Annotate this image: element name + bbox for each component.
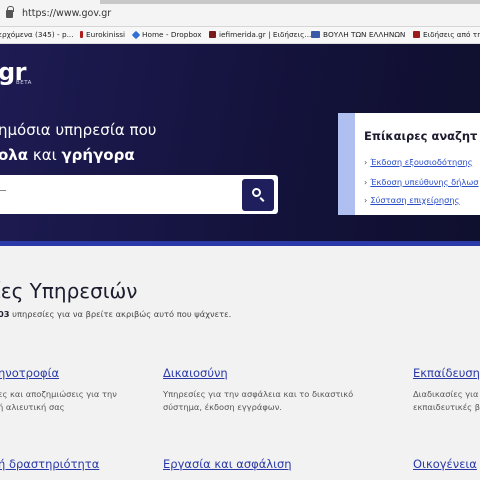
- bookmark-item[interactable]: Eurokinissi: [80, 30, 125, 39]
- category-link[interactable]: ή δραστηριότητα: [0, 457, 99, 471]
- search-button[interactable]: [242, 179, 274, 211]
- tab-strip: [100, 0, 480, 4]
- category-description: ες και αποζημιώσεις για την: [0, 389, 117, 399]
- bookmark-item[interactable]: Home - Dropbox: [131, 30, 202, 39]
- popular-link[interactable]: Έκδοση εξουσιοδότησης: [364, 157, 472, 167]
- category-link[interactable]: Εργασία και ασφάλιση: [163, 457, 292, 471]
- bookmarks-bar: ερχόμενα (345) - p... Eurokinissi Home -…: [0, 27, 480, 44]
- category-link[interactable]: ηνοτροφία: [0, 366, 59, 380]
- bookmark-favicon-icon: [413, 31, 420, 38]
- bookmark-favicon-icon: [209, 31, 216, 38]
- category-link[interactable]: Οικογένεια: [413, 457, 477, 471]
- bookmark-favicon-icon: [311, 31, 320, 38]
- hero-divider: [0, 241, 480, 246]
- bookmark-item[interactable]: iefimerida.gr | Ειδήσεις...: [209, 30, 311, 39]
- bookmark-item[interactable]: ερχόμενα (345) - p...: [0, 30, 74, 39]
- categories-subtitle: 03 υπηρεσίες για να βρείτε ακριβώς αυτό …: [0, 309, 232, 319]
- popular-link[interactable]: Έκδοση υπεύθυνης δήλωσ: [364, 177, 478, 187]
- url-text[interactable]: https://www.gov.gr: [22, 8, 111, 19]
- category-link[interactable]: Δικαιοσύνη: [163, 366, 228, 380]
- hero-headline-line2: ολα και γρήγορα: [0, 146, 135, 164]
- bookmark-item[interactable]: ΒΟΥΛΗ ΤΩΝ ΕΛΛΗΝΩΝ: [311, 30, 405, 39]
- popular-link[interactable]: Σύσταση επιχείρησης: [364, 195, 459, 205]
- popular-searches-title: Επίκαιρες αναζητ: [364, 129, 478, 143]
- category-link[interactable]: Εκπαίδευση: [413, 366, 480, 380]
- bookmark-item[interactable]: Ειδήσεις από τη: [413, 30, 480, 39]
- hero-headline: ημόσια υπηρεσία που: [0, 121, 157, 139]
- category-description: εκπαιδευτικές β: [413, 402, 480, 412]
- search-caret: [0, 190, 6, 191]
- search-icon: [252, 188, 261, 197]
- beta-badge: BETA: [16, 80, 32, 86]
- lock-icon: [6, 6, 14, 18]
- categories-title: ίες Υπηρεσιών: [0, 279, 138, 303]
- bookmark-favicon-icon: [80, 31, 83, 38]
- search-input[interactable]: [0, 175, 278, 214]
- category-description: σύστημα, έκδοση εγγράφων.: [163, 402, 283, 412]
- category-description: Υπηρεσίες για την ασφάλεια και το δικαστ…: [163, 389, 354, 399]
- dropbox-icon: [131, 30, 141, 39]
- popular-accent-bar: [338, 113, 355, 215]
- category-description: Διαδικασίες για: [413, 389, 479, 399]
- category-description: ή αλιευτική σας: [0, 402, 65, 412]
- address-bar[interactable]: https://www.gov.gr: [0, 0, 480, 27]
